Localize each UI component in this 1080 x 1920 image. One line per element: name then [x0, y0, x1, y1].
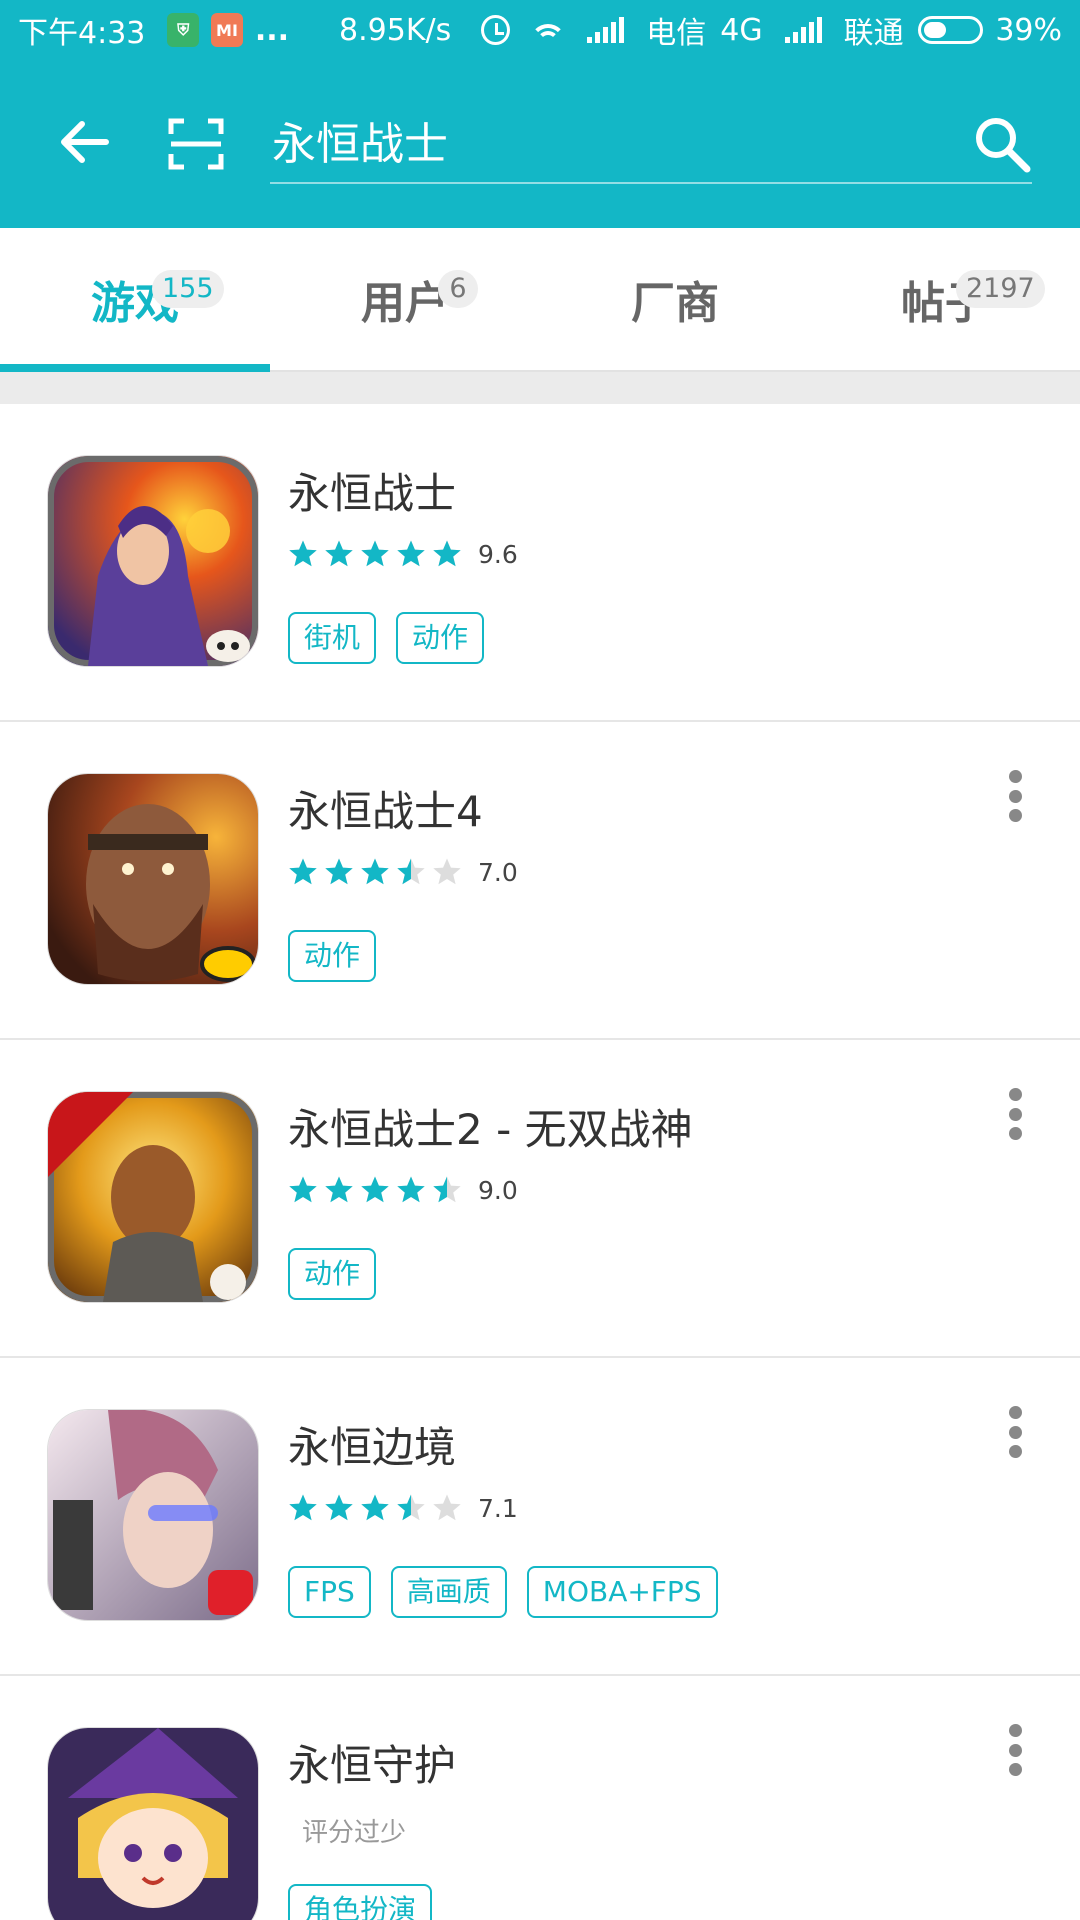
tag-chip[interactable]: MOBA+FPS	[526, 1566, 718, 1618]
tag-chip[interactable]: 动作	[288, 930, 377, 982]
search-field	[270, 100, 1032, 184]
rating-score: 7.0	[478, 857, 518, 887]
battery-percent: 39%	[995, 12, 1062, 48]
list-item[interactable]: 永恒边境 7.1 FPS 高画质 MOBA+FPS	[0, 1358, 1080, 1676]
star-icon	[397, 540, 425, 567]
more-options-icon[interactable]	[1000, 1084, 1030, 1144]
tag-chip[interactable]: 高画质	[390, 1566, 507, 1618]
search-icon[interactable]	[972, 114, 1032, 174]
star-icon	[433, 1494, 461, 1521]
search-app-bar	[0, 60, 1080, 228]
wifi-icon	[531, 16, 566, 44]
battery-icon	[917, 16, 984, 44]
scan-icon[interactable]	[168, 118, 224, 170]
game-result-list: 永恒战士 9.6 街机 动作 永恒战士4 7.0 动作 永恒战士2 - 无双战神…	[0, 404, 1080, 1920]
star-icon	[289, 1494, 317, 1521]
rating-insufficient: 评分过少	[302, 1818, 407, 1848]
tag-list: 角色扮演	[288, 1884, 433, 1920]
tag-chip[interactable]: 街机	[288, 612, 377, 664]
tab-vendors[interactable]: 厂商	[540, 228, 810, 370]
hero-sorceress-icon	[48, 456, 258, 666]
alarm-icon	[481, 15, 510, 45]
list-item[interactable]: 永恒战士 9.6 街机 动作	[0, 404, 1080, 722]
star-icon	[325, 540, 353, 567]
star-icon	[361, 1176, 389, 1203]
rating: 9.0	[288, 1172, 518, 1208]
game-name: 永恒战士	[288, 469, 457, 518]
game-name: 永恒战士4	[288, 787, 483, 836]
game-name: 永恒战士2 - 无双战神	[288, 1105, 693, 1154]
rating: 7.1	[288, 1490, 518, 1526]
game-name: 永恒边境	[288, 1423, 457, 1472]
star-icon	[325, 1176, 353, 1203]
star-rating	[288, 1175, 462, 1205]
search-input[interactable]	[270, 100, 930, 180]
bearded-warrior-icon	[48, 774, 258, 984]
more-options-icon[interactable]	[1000, 1720, 1030, 1780]
more-notifications-icon: ...	[254, 12, 290, 48]
carrier-1: 电信	[646, 16, 707, 51]
pvp-warrior-icon	[48, 1092, 258, 1302]
result-tabs: 游戏 155 用户 6 厂商 帖子 2197	[0, 228, 1080, 372]
tag-list: 动作	[288, 930, 377, 982]
star-icon	[361, 540, 389, 567]
tag-list: 动作	[288, 1248, 377, 1300]
tab-count-badge: 155	[152, 270, 224, 308]
witch-girl-icon	[48, 1728, 258, 1920]
cyber-gunner-icon	[48, 1410, 258, 1620]
star-icon	[361, 1494, 389, 1521]
tab-count-badge: 2197	[956, 270, 1045, 308]
back-arrow-icon[interactable]	[56, 114, 112, 170]
rating: 9.6	[288, 536, 518, 572]
signal-icon-2	[784, 17, 822, 43]
star-rating	[288, 857, 462, 887]
list-item[interactable]: 永恒战士4 7.0 动作	[0, 722, 1080, 1040]
tab-users[interactable]: 用户 6	[270, 228, 540, 370]
tab-label: 用户	[361, 278, 449, 329]
star-icon	[325, 1494, 353, 1521]
tag-list: 街机 动作	[288, 612, 485, 664]
star-icon	[325, 858, 353, 885]
star-icon	[289, 858, 317, 885]
tab-posts[interactable]: 帖子 2197	[810, 228, 1080, 370]
star-icon	[397, 1176, 425, 1203]
star-rating	[288, 1493, 462, 1523]
tag-chip[interactable]: FPS	[288, 1566, 371, 1618]
star-icon	[433, 1176, 461, 1203]
rating-score: 9.6	[478, 539, 518, 569]
star-icon	[361, 858, 389, 885]
tab-games[interactable]: 游戏 155	[0, 228, 270, 372]
tag-chip[interactable]: 角色扮演	[288, 1884, 433, 1920]
status-time: 下午4:33	[18, 16, 146, 51]
tab-label: 厂商	[631, 278, 719, 329]
rating: 7.0	[288, 854, 518, 890]
signal-icon-1	[587, 17, 625, 43]
rating-score: 9.0	[478, 1175, 518, 1205]
more-options-icon[interactable]	[1000, 1402, 1030, 1462]
status-bar: 下午4:33 ⛨ MI ... 8.95K/s 电信 4G 联通 39%	[0, 0, 1080, 60]
mi-icon: MI	[211, 13, 243, 47]
rating-score: 7.1	[478, 1493, 518, 1523]
star-icon	[397, 1494, 425, 1521]
shield-icon: ⛨	[167, 13, 200, 47]
star-icon	[397, 858, 425, 885]
network-speed: 8.95K/s	[339, 12, 452, 48]
carrier-2: 联通	[843, 16, 904, 51]
tag-chip[interactable]: 动作	[396, 612, 485, 664]
star-rating	[288, 539, 462, 569]
tag-list: FPS 高画质 MOBA+FPS	[288, 1566, 718, 1618]
tag-chip[interactable]: 动作	[288, 1248, 377, 1300]
star-icon	[433, 858, 461, 885]
more-options-icon[interactable]	[1000, 766, 1030, 826]
star-icon	[433, 540, 461, 567]
tab-count-badge: 6	[438, 270, 478, 308]
game-name: 永恒守护	[288, 1741, 457, 1790]
star-icon	[289, 540, 317, 567]
star-icon	[289, 1176, 317, 1203]
section-divider	[0, 372, 1080, 404]
network-type: 4G	[720, 12, 763, 48]
list-item[interactable]: 永恒战士2 - 无双战神 9.0 动作	[0, 1040, 1080, 1358]
active-tab-indicator	[0, 364, 270, 372]
list-item[interactable]: 永恒守护 评分过少 角色扮演	[0, 1676, 1080, 1920]
